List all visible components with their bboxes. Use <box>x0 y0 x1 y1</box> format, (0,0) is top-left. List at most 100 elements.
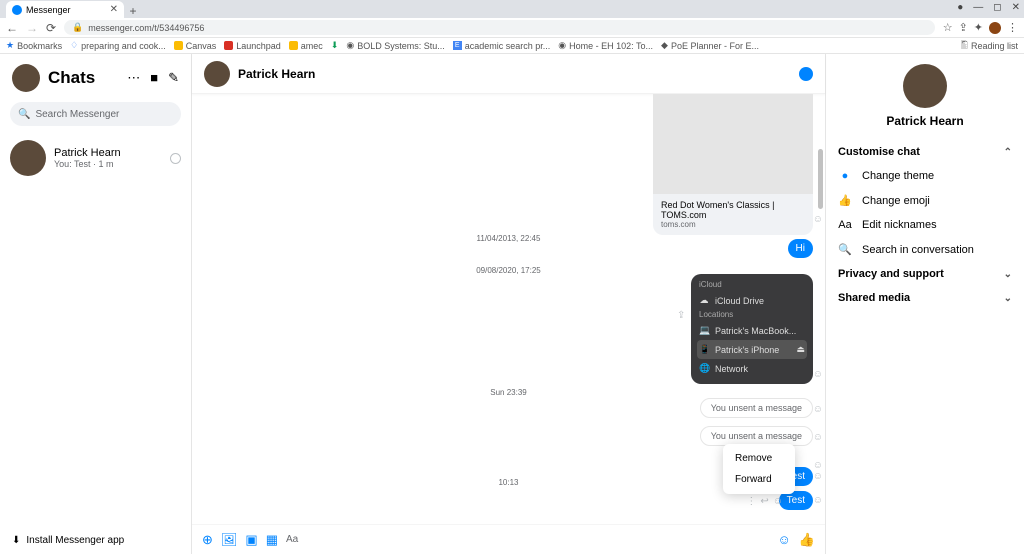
sticker-icon[interactable]: ▣ <box>245 532 257 548</box>
react-icon[interactable]: ☺ <box>813 495 823 506</box>
more-icon[interactable]: ⋯ <box>127 70 140 86</box>
header-avatar[interactable] <box>204 61 230 87</box>
change-emoji-button[interactable]: 👍Change emoji <box>838 188 1012 213</box>
chevron-up-icon: ⌃ <box>1004 147 1012 158</box>
reload-button[interactable]: ⟳ <box>46 21 56 35</box>
link-preview-card[interactable]: Red Dot Women's Classics | TOMS.com toms… <box>653 94 813 235</box>
close-window-icon[interactable]: ✕ <box>1012 2 1020 13</box>
search-conversation-button[interactable]: 🔍Search in conversation <box>838 237 1012 262</box>
location-item[interactable]: 📱Patrick's iPhone⏏ <box>697 340 807 359</box>
record-icon[interactable]: ● <box>957 2 963 13</box>
customise-section[interactable]: Customise chat⌃ <box>838 140 1012 164</box>
shared-media-section[interactable]: Shared media⌄ <box>838 286 1012 310</box>
react-icon[interactable]: ☺ <box>813 214 823 225</box>
messenger-icon <box>12 5 22 15</box>
bookmark[interactable]: ⬇ <box>331 40 339 51</box>
contact-avatar[interactable] <box>903 64 947 108</box>
image-icon[interactable]: 🖼 <box>221 532 238 548</box>
more-icon[interactable]: ⋮ <box>746 496 756 507</box>
contact-name: Patrick Hearn <box>838 114 1012 128</box>
messages-area[interactable]: Red Dot Women's Classics | TOMS.com toms… <box>192 94 825 524</box>
sidebar-right: Patrick Hearn Customise chat⌃ ●Change th… <box>826 54 1024 554</box>
star-icon[interactable]: ☆ <box>943 21 953 34</box>
theme-icon: ● <box>838 170 852 182</box>
url-input[interactable]: 🔒 messenger.com/t/534496756 <box>64 20 935 35</box>
info-icon[interactable] <box>799 67 813 81</box>
emoji-icon: 👍 <box>838 194 852 207</box>
composer: ⊕ 🖼 ▣ ▦ Aa ☺ 👍 <box>192 524 825 554</box>
chat-avatar <box>10 140 46 176</box>
remove-option[interactable]: Remove <box>723 448 795 469</box>
plus-icon[interactable]: ⊕ <box>202 532 213 548</box>
chat-options-icon[interactable] <box>170 153 181 164</box>
emoji-icon[interactable]: ☺ <box>778 532 791 547</box>
react-icon[interactable]: ☺ <box>813 471 823 482</box>
react-icon[interactable]: ☺ <box>813 404 823 415</box>
location-item[interactable]: ☁iCloud Drive <box>697 291 807 310</box>
timestamp: 11/04/2013, 22:45 <box>192 234 825 243</box>
link-image <box>653 94 813 194</box>
message-input[interactable]: Aa <box>286 534 770 545</box>
bookmark[interactable]: amec <box>289 41 323 51</box>
search-icon: 🔍 <box>18 109 30 120</box>
sidebar-left: Chats ⋯ ■ ✎ 🔍 Search Messenger Patrick H… <box>0 54 192 554</box>
address-bar: ← → ⟳ 🔒 messenger.com/t/534496756 ☆ ⇪ ✦ … <box>0 18 1024 38</box>
bookmark[interactable]: Launchpad <box>224 41 281 51</box>
tab-title: Messenger <box>26 5 71 15</box>
forward-button[interactable]: → <box>26 21 38 35</box>
self-avatar[interactable] <box>12 64 40 92</box>
react-icon[interactable]: ☺ <box>813 369 823 380</box>
timestamp: Sun 23:39 <box>192 388 825 397</box>
link-title: Red Dot Women's Classics | TOMS.com <box>661 200 805 220</box>
share-icon[interactable]: ⇪ <box>677 310 685 321</box>
chevron-down-icon: ⌄ <box>1004 293 1012 304</box>
search-placeholder: Search Messenger <box>35 109 119 120</box>
search-input[interactable]: 🔍 Search Messenger <box>10 102 181 126</box>
new-tab-button[interactable]: + <box>124 4 142 18</box>
back-button[interactable]: ← <box>6 21 18 35</box>
maximize-icon[interactable]: ◻ <box>993 2 1001 13</box>
bookmark[interactable]: ♢preparing and cook... <box>70 40 166 51</box>
bookmark[interactable]: Eacademic search pr... <box>453 41 551 51</box>
privacy-section[interactable]: Privacy and support⌄ <box>838 262 1012 286</box>
search-icon: 🔍 <box>838 243 852 256</box>
reply-icon[interactable]: ↩ <box>760 496 768 507</box>
browser-tab[interactable]: Messenger ✕ <box>6 1 124 18</box>
like-icon[interactable]: 👍 <box>799 532 815 548</box>
gif-icon[interactable]: ▦ <box>266 532 278 548</box>
message-actions: ⋮ ↩ ☺ <box>746 496 783 507</box>
install-app-button[interactable]: ⬇ Install Messenger app <box>0 527 191 554</box>
location-item[interactable]: 🌐Network <box>697 359 807 378</box>
react-icon[interactable]: ☺ <box>813 432 823 443</box>
header-name[interactable]: Patrick Hearn <box>238 67 791 81</box>
chat-name: Patrick Hearn <box>54 147 162 159</box>
edit-nicknames-button[interactable]: AaEdit nicknames <box>838 213 1012 237</box>
profile-avatar[interactable] <box>989 22 1001 34</box>
attachment-card[interactable]: ⇪ iCloud ☁iCloud Drive Locations 💻Patric… <box>691 274 813 384</box>
react-icon[interactable]: ☺ <box>813 460 823 471</box>
message-bubble[interactable]: Hi <box>788 239 813 258</box>
forward-option[interactable]: Forward <box>723 469 795 490</box>
bookmark[interactable]: Canvas <box>174 41 217 51</box>
location-item[interactable]: 💻Patrick's MacBook... <box>697 321 807 340</box>
minimize-icon[interactable]: — <box>973 2 983 13</box>
bookmark[interactable]: ★Bookmarks <box>6 40 62 51</box>
link-domain: toms.com <box>661 220 805 229</box>
bookmark[interactable]: ◉Home - EH 102: To... <box>558 40 653 51</box>
reading-list-button[interactable]: 🖺Reading list <box>961 38 1018 54</box>
close-tab-icon[interactable]: ✕ <box>110 4 118 15</box>
section-label: iCloud <box>697 280 807 291</box>
url-text: messenger.com/t/534496756 <box>88 23 204 33</box>
chevron-down-icon: ⌄ <box>1004 269 1012 280</box>
chat-list-item[interactable]: Patrick Hearn You: Test · 1 m <box>0 134 191 182</box>
compose-icon[interactable]: ✎ <box>168 70 179 86</box>
video-icon[interactable]: ■ <box>150 70 158 86</box>
react-icon[interactable]: ☺ <box>773 496 783 507</box>
unsent-message: You unsent a message <box>700 398 813 418</box>
bookmark[interactable]: ◉BOLD Systems: Stu... <box>346 40 444 51</box>
share-addr-icon[interactable]: ⇪ <box>959 21 968 34</box>
extensions-icon[interactable]: ✦ <box>974 21 983 34</box>
change-theme-button[interactable]: ●Change theme <box>838 164 1012 188</box>
bookmark[interactable]: ◆PoE Planner - For E... <box>661 40 759 51</box>
menu-icon[interactable]: ⋮ <box>1007 21 1018 34</box>
